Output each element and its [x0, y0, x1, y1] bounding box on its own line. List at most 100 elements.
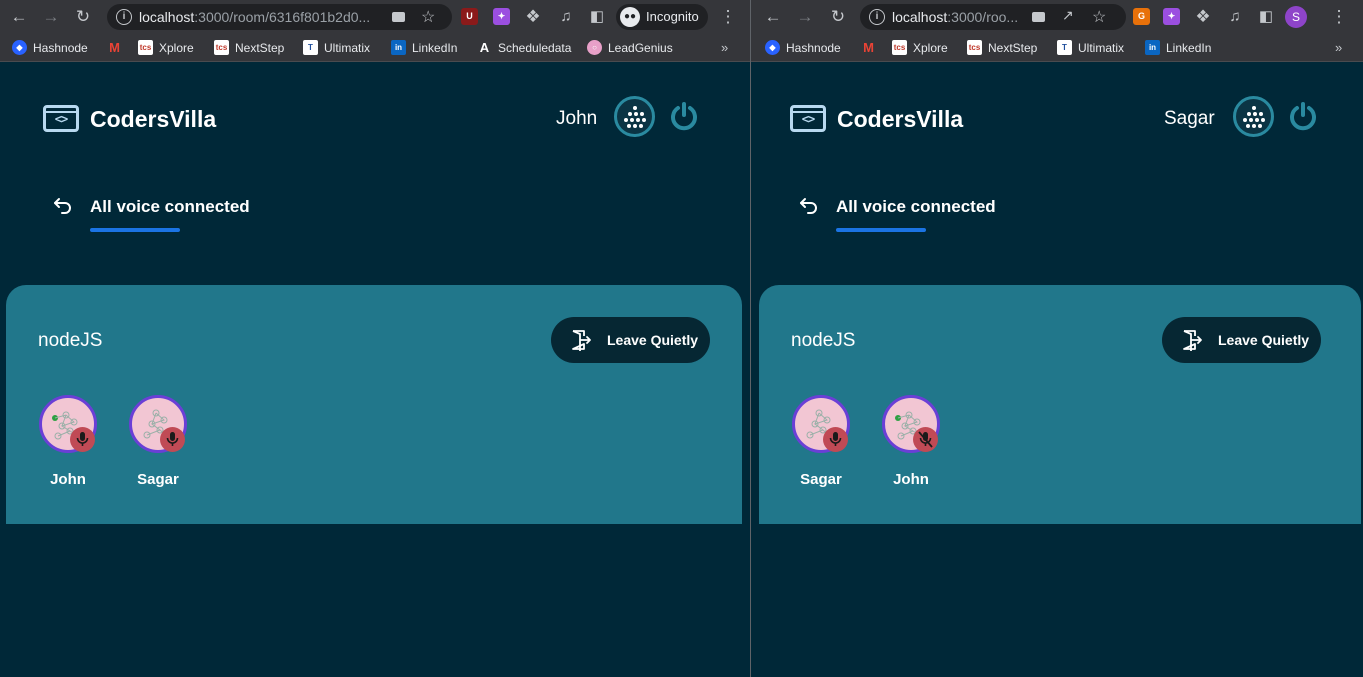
- bookmark-nextstep[interactable]: tcs NextStep: [967, 40, 1037, 57]
- bookmark-nextstep[interactable]: tcs NextStep: [214, 40, 284, 57]
- room-topic: nodeJS: [38, 330, 103, 351]
- app-header: <> CodersVilla John: [0, 62, 750, 172]
- color-extension-icon[interactable]: ✦: [493, 8, 510, 25]
- gmail-icon: M: [863, 40, 874, 55]
- current-user-name: Sagar: [1164, 108, 1215, 129]
- site-info-icon[interactable]: i: [869, 9, 885, 25]
- bookmark-leadgenius[interactable]: ○ LeadGenius: [587, 40, 673, 57]
- speaker-name: Sagar: [800, 471, 842, 488]
- back-icon[interactable]: ←: [9, 7, 29, 27]
- room-card: nodeJS Leave Quietly: [759, 285, 1361, 524]
- incognito-label: Incognito: [646, 9, 699, 24]
- extensions-puzzle-icon[interactable]: ❖: [1193, 7, 1213, 27]
- hashnode-icon: ◆: [765, 40, 780, 55]
- speaker-name: John: [50, 471, 86, 488]
- profile-avatar[interactable]: S: [1285, 6, 1307, 28]
- tcs-icon: tcs: [967, 40, 982, 55]
- power-icon[interactable]: [1287, 100, 1319, 132]
- leave-quietly-button[interactable]: Leave Quietly: [1162, 317, 1321, 363]
- gmail-icon: M: [109, 40, 120, 55]
- site-info-icon[interactable]: i: [116, 9, 132, 25]
- back-arrow-icon[interactable]: [798, 195, 820, 217]
- reload-icon[interactable]: ↻: [73, 7, 93, 27]
- speaker-name: John: [893, 471, 929, 488]
- current-user-name: John: [556, 108, 598, 129]
- scheduledata-icon: A: [479, 40, 490, 55]
- media-control-icon[interactable]: ♫: [556, 7, 576, 27]
- current-user-avatar[interactable]: [1233, 96, 1274, 137]
- bookmark-linkedin[interactable]: in LinkedIn: [1145, 40, 1211, 57]
- speaker-name: Sagar: [137, 471, 179, 488]
- bookmark-ultimatix[interactable]: T Ultimatix: [303, 40, 370, 57]
- back-arrow-icon[interactable]: [52, 195, 74, 217]
- menu-dots-icon[interactable]: ⋮: [718, 7, 738, 27]
- share-icon[interactable]: ↗: [1062, 7, 1074, 24]
- bookmarks-bar: ◆ Hashnode M tcs Xplore tcs NextStep T Ultim…: [0, 34, 750, 62]
- room-card: nodeJS Leave Quietly: [6, 285, 742, 524]
- mic-icon[interactable]: [70, 427, 95, 452]
- mic-icon[interactable]: [823, 427, 848, 452]
- bookmark-xplore[interactable]: tcs Xplore: [892, 40, 948, 57]
- side-panel-icon[interactable]: ◧: [1256, 7, 1276, 27]
- extensions-puzzle-icon[interactable]: ❖: [523, 7, 543, 27]
- code-logo-icon[interactable]: <>: [790, 105, 826, 132]
- incognito-icon: ●●: [620, 7, 640, 27]
- incognito-indicator[interactable]: ●● Incognito: [616, 4, 708, 30]
- exit-door-icon: [1183, 330, 1202, 351]
- leadgenius-icon: ○: [587, 40, 602, 55]
- exit-door-icon: [572, 330, 591, 351]
- url-host: localhost: [139, 9, 195, 25]
- bookmark-gmail[interactable]: M: [861, 40, 879, 57]
- current-user-avatar[interactable]: [614, 96, 655, 137]
- bookmark-linkedin[interactable]: in LinkedIn: [391, 40, 457, 57]
- bookmark-xplore[interactable]: tcs Xplore: [138, 40, 194, 57]
- app-logo-text[interactable]: CodersVilla: [90, 106, 216, 133]
- leave-quietly-button[interactable]: Leave Quietly: [551, 317, 710, 363]
- browser-window-sagar: ← → ↻ i localhost:3000/roo... ↗ ☆ G ✦ ❖ …: [751, 0, 1363, 677]
- bookmark-scheduledata[interactable]: A Scheduledata: [477, 40, 572, 57]
- browser-toolbar: ← → ↻ i localhost:3000/room/6316f801b2d0…: [0, 0, 750, 34]
- bookmark-star-icon[interactable]: ☆: [1092, 7, 1106, 27]
- media-control-icon[interactable]: ♫: [1225, 7, 1245, 27]
- camera-icon[interactable]: [1032, 12, 1045, 22]
- tcs-icon: tcs: [892, 40, 907, 55]
- mic-icon[interactable]: [160, 427, 185, 452]
- mic-muted-icon[interactable]: [913, 427, 938, 452]
- bookmark-hashnode[interactable]: ◆ Hashnode: [12, 40, 88, 57]
- url-host: localhost: [892, 9, 948, 25]
- address-bar[interactable]: i localhost:3000/roo... ↗ ☆: [860, 4, 1126, 30]
- power-icon[interactable]: [668, 100, 700, 132]
- address-bar[interactable]: i localhost:3000/room/6316f801b2d0... ☆: [107, 4, 452, 30]
- menu-dots-icon[interactable]: ⋮: [1329, 7, 1349, 27]
- leave-button-label: Leave Quietly: [1218, 332, 1310, 348]
- code-logo-icon[interactable]: <>: [43, 105, 79, 132]
- tcs-icon: tcs: [138, 40, 153, 55]
- more-bookmarks-icon[interactable]: »: [721, 40, 728, 55]
- bookmark-star-icon[interactable]: ☆: [421, 7, 435, 27]
- bookmark-gmail[interactable]: M: [107, 40, 125, 57]
- color-extension-icon[interactable]: ✦: [1163, 8, 1180, 25]
- linkedin-icon: in: [391, 40, 406, 55]
- forward-icon[interactable]: →: [795, 7, 815, 27]
- ublock-extension-icon[interactable]: U: [461, 8, 478, 25]
- title-underline: [90, 228, 180, 232]
- tata-icon: T: [303, 40, 318, 55]
- browser-toolbar: ← → ↻ i localhost:3000/roo... ↗ ☆ G ✦ ❖ …: [751, 0, 1363, 34]
- leave-button-label: Leave Quietly: [607, 332, 699, 348]
- side-panel-icon[interactable]: ◧: [587, 7, 607, 27]
- browser-window-john: ← → ↻ i localhost:3000/room/6316f801b2d0…: [0, 0, 750, 677]
- app-logo-text[interactable]: CodersVilla: [837, 106, 963, 133]
- title-underline: [836, 228, 926, 232]
- more-bookmarks-icon[interactable]: »: [1335, 40, 1342, 55]
- app-header: <> CodersVilla Sagar: [751, 62, 1363, 172]
- camera-icon[interactable]: [392, 12, 405, 22]
- forward-icon[interactable]: →: [41, 7, 61, 27]
- bookmarks-bar: ◆ Hashnode M tcs Xplore tcs NextStep T Ultim…: [751, 34, 1363, 62]
- back-icon[interactable]: ←: [763, 7, 783, 27]
- bookmark-ultimatix[interactable]: T Ultimatix: [1057, 40, 1124, 57]
- room-topic: nodeJS: [791, 330, 856, 351]
- reload-icon[interactable]: ↻: [828, 7, 848, 27]
- grammar-extension-icon[interactable]: G: [1133, 8, 1150, 25]
- bookmark-hashnode[interactable]: ◆ Hashnode: [765, 40, 841, 57]
- linkedin-icon: in: [1145, 40, 1160, 55]
